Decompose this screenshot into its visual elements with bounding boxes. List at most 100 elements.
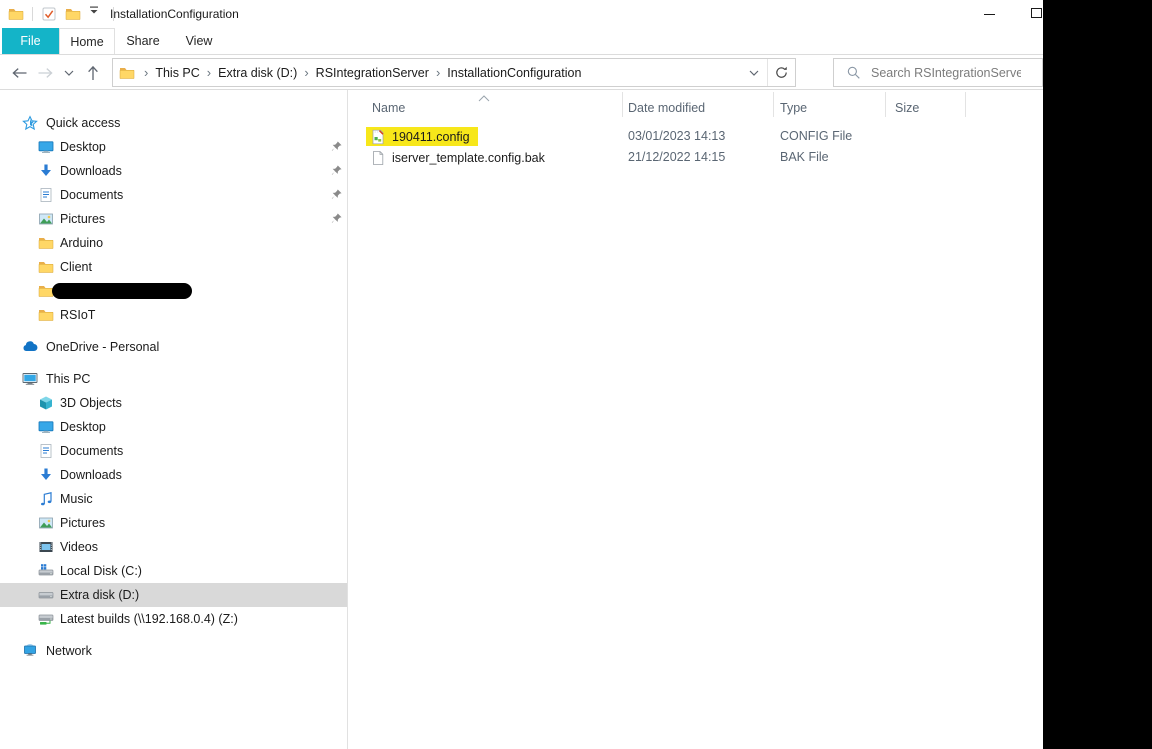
- explorer-window: InstallationConfiguration File Home Shar…: [0, 0, 1152, 749]
- ribbon-tab-share[interactable]: Share: [115, 28, 171, 54]
- breadcrumb-item-installationconfiguration[interactable]: › InstallationConfiguration: [429, 59, 581, 86]
- redaction-black-band: [1043, 0, 1152, 749]
- column-header-name[interactable]: Name: [372, 96, 405, 120]
- file-list-pane: Name Date modified Type Size 190411.conf…: [348, 90, 1043, 749]
- sidebar-item-3d-objects[interactable]: 3D Objects: [0, 391, 347, 415]
- column-header-type[interactable]: Type: [780, 96, 807, 120]
- sidebar-item-documents[interactable]: Documents: [0, 439, 347, 463]
- column-separator[interactable]: [773, 92, 774, 117]
- config-file-icon: [370, 129, 386, 145]
- navigation-bar: › This PC › Extra disk (D:) › RSIntegrat…: [0, 55, 1152, 90]
- recent-locations-chevron-icon[interactable]: [58, 62, 80, 84]
- sidebar-item-client[interactable]: Client: [0, 255, 347, 279]
- sidebar-item-documents[interactable]: Documents: [0, 183, 347, 207]
- pin-icon: [330, 212, 343, 225]
- folder-icon[interactable]: [8, 6, 24, 22]
- disk-network-icon: [38, 611, 54, 627]
- sidebar-item-pictures[interactable]: Pictures: [0, 511, 347, 535]
- file-type: BAK File: [780, 147, 829, 168]
- address-bar[interactable]: › This PC › Extra disk (D:) › RSIntegrat…: [112, 58, 796, 87]
- forward-button[interactable]: [34, 62, 56, 84]
- file-name-cell: 190411.config: [366, 127, 478, 146]
- up-button[interactable]: [82, 62, 104, 84]
- search-box[interactable]: [833, 58, 1043, 87]
- desktop-icon: [38, 139, 54, 155]
- sidebar-item-desktop[interactable]: Desktop: [0, 415, 347, 439]
- file-list: 190411.config 03/01/2023 14:13 CONFIG Fi…: [348, 126, 1043, 168]
- desktop-icon: [38, 419, 54, 435]
- sidebar-item-pictures[interactable]: Pictures: [0, 207, 347, 231]
- documents-icon: [38, 443, 54, 459]
- breadcrumb-item-this-pc[interactable]: › This PC: [137, 59, 200, 86]
- new-folder-icon[interactable]: [65, 6, 81, 22]
- onedrive-icon: [22, 339, 38, 355]
- breadcrumb-chevron-icon[interactable]: ›: [297, 65, 315, 80]
- customize-toolbar-dropdown-icon[interactable]: [89, 6, 105, 22]
- navigation-pane: Quick access Desktop Downloads: [0, 90, 348, 749]
- file-row-190411-config[interactable]: 190411.config 03/01/2023 14:13 CONFIG Fi…: [348, 126, 1043, 147]
- search-icon: [846, 65, 861, 80]
- properties-check-icon[interactable]: [41, 6, 57, 22]
- ribbon-tabs: File Home Share View: [0, 28, 1152, 55]
- address-dropdown-chevron-icon[interactable]: [741, 59, 767, 86]
- folder-icon: [119, 65, 135, 81]
- breadcrumb-item-extra-disk-d[interactable]: › Extra disk (D:): [200, 59, 298, 86]
- folder-icon: [38, 259, 54, 275]
- file-date-modified: 21/12/2022 14:15: [628, 147, 725, 168]
- breadcrumb-item-rsintegrationserver[interactable]: › RSIntegrationServer: [297, 59, 429, 86]
- sidebar-item-quick-access[interactable]: Quick access: [0, 111, 347, 135]
- breadcrumb-chevron-icon[interactable]: ›: [137, 65, 155, 80]
- folder-icon: [38, 307, 54, 323]
- downloads-icon: [38, 467, 54, 483]
- sort-ascending-caret-icon: [478, 91, 490, 98]
- ribbon-tab-file[interactable]: File: [2, 28, 59, 54]
- documents-icon: [38, 187, 54, 203]
- sidebar-item-rsiot[interactable]: RSIoT: [0, 303, 347, 327]
- pin-icon: [330, 140, 343, 153]
- downloads-icon: [38, 163, 54, 179]
- breadcrumb-chevron-icon[interactable]: ›: [429, 65, 447, 80]
- sidebar-item-music[interactable]: Music: [0, 487, 347, 511]
- column-header-size[interactable]: Size: [895, 96, 919, 120]
- file-date-modified: 03/01/2023 14:13: [628, 126, 725, 147]
- breadcrumb-chevron-icon[interactable]: ›: [200, 65, 218, 80]
- search-input[interactable]: [871, 66, 1021, 80]
- file-name-cell: iserver_template.config.bak: [366, 148, 553, 167]
- toolbar-separator: [32, 7, 33, 21]
- sidebar-item-this-pc[interactable]: This PC: [0, 367, 347, 391]
- file-row-iserver-template-config-bak[interactable]: iserver_template.config.bak 21/12/2022 1…: [348, 147, 1043, 168]
- column-separator[interactable]: [965, 92, 966, 117]
- ribbon-tab-home[interactable]: Home: [59, 28, 115, 54]
- sidebar-item-extra-disk-d[interactable]: Extra disk (D:): [0, 583, 347, 607]
- minimize-button[interactable]: [984, 14, 995, 15]
- file-type: CONFIG File: [780, 126, 852, 147]
- sidebar-item-downloads[interactable]: Downloads: [0, 159, 347, 183]
- sidebar-item-latest-builds-192-168-0-4-z[interactable]: Latest builds (\\192.168.0.4) (Z:): [0, 607, 347, 631]
- folder-icon: [38, 235, 54, 251]
- window-title: InstallationConfiguration: [110, 7, 239, 21]
- sidebar-item-arduino[interactable]: Arduino: [0, 231, 347, 255]
- column-separator[interactable]: [885, 92, 886, 117]
- pictures-icon: [38, 515, 54, 531]
- quick-access-toolbar: [8, 0, 114, 28]
- network-icon: [22, 643, 38, 659]
- redaction-bar: [52, 283, 192, 299]
- this-pc-icon: [22, 371, 38, 387]
- sidebar-item-local-disk-c[interactable]: Local Disk (C:): [0, 559, 347, 583]
- back-button[interactable]: [8, 62, 30, 84]
- sidebar-item[interactable]: [0, 279, 347, 303]
- maximize-button[interactable]: [1031, 8, 1042, 18]
- music-icon: [38, 491, 54, 507]
- sidebar-item-videos[interactable]: Videos: [0, 535, 347, 559]
- sidebar-item-onedrive-personal[interactable]: OneDrive - Personal: [0, 335, 347, 359]
- ribbon-tab-view[interactable]: View: [171, 28, 227, 54]
- title-bar: InstallationConfiguration: [0, 0, 1152, 28]
- quick-access-icon: [22, 115, 38, 131]
- sidebar-item-downloads[interactable]: Downloads: [0, 463, 347, 487]
- sidebar-item-desktop[interactable]: Desktop: [0, 135, 347, 159]
- refresh-icon[interactable]: [768, 59, 795, 86]
- column-separator[interactable]: [622, 92, 623, 117]
- sidebar-item-network[interactable]: Network: [0, 639, 347, 663]
- column-header-date-modified[interactable]: Date modified: [628, 96, 705, 120]
- disk-c-icon: [38, 563, 54, 579]
